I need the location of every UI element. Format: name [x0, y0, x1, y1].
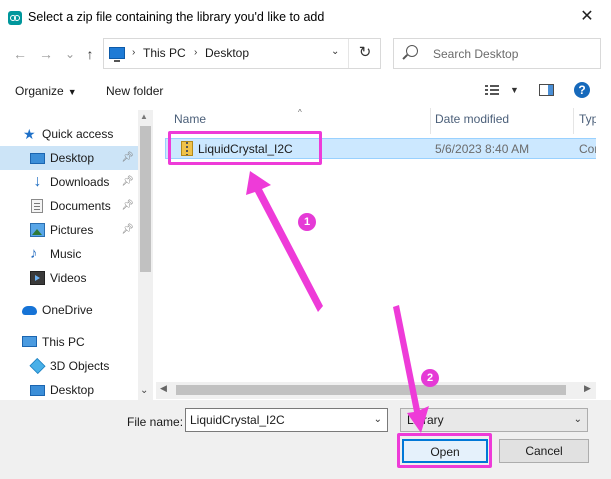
3d-objects-icon [29, 358, 46, 374]
scroll-down-icon[interactable]: ⌄ [140, 385, 148, 396]
pictures-icon [30, 223, 45, 237]
close-button[interactable]: ✕ [574, 6, 600, 28]
file-name-input[interactable]: LiquidCrystal_I2C ⌄ [185, 408, 388, 432]
computer-icon [22, 336, 37, 347]
back-button[interactable]: ← [10, 44, 30, 64]
step-badge-1: 1 [298, 213, 316, 231]
nav-item-label: Music [50, 247, 82, 261]
search-icon [406, 45, 418, 57]
pin-icon: 📌︎ [121, 176, 134, 187]
nav-item-desktop[interactable]: Desktop 📌︎ [0, 146, 138, 170]
nav-item-this-pc[interactable]: This PC [0, 330, 138, 354]
organize-label: Organize [15, 84, 64, 98]
nav-item-label: Downloads [50, 175, 110, 189]
arduino-app-icon [8, 11, 22, 25]
window-title: Select a zip file containing the library… [28, 10, 325, 24]
breadcrumb-separator: › [194, 47, 198, 58]
column-header-date-modified[interactable]: Date modified [435, 112, 509, 136]
desktop-icon [30, 153, 45, 164]
toolbar: Organize ▼ New folder ▼ ? [0, 74, 611, 108]
nav-scrollbar-thumb[interactable] [140, 126, 151, 272]
view-options-icon[interactable] [485, 84, 499, 96]
forward-button[interactable]: → [36, 44, 56, 64]
pin-icon: 📌︎ [121, 224, 134, 235]
music-icon: ♪ [30, 245, 38, 262]
nav-item-music[interactable]: ♪ Music [0, 242, 138, 266]
file-list-scrollbar[interactable] [596, 108, 611, 400]
address-bar[interactable]: › This PC › Desktop ⌄ ↻ [103, 38, 381, 69]
nav-item-documents[interactable]: Documents 📌︎ [0, 194, 138, 218]
help-icon[interactable]: ? [574, 82, 590, 98]
highlight-box-file [168, 131, 322, 165]
divider [348, 39, 349, 68]
breadcrumb-separator: › [132, 47, 136, 58]
nav-item-label: Videos [50, 271, 87, 285]
up-button[interactable]: ↑ [80, 44, 100, 64]
chevron-down-icon[interactable]: ▼ [510, 85, 519, 95]
star-icon: ★ [23, 126, 36, 142]
chevron-down-icon[interactable]: ⌄ [374, 414, 382, 425]
nav-item-quick-access[interactable]: ★ Quick access [0, 122, 138, 146]
breadcrumb-desktop[interactable]: Desktop [205, 46, 249, 60]
desktop-icon [30, 385, 45, 396]
search-placeholder: Search Desktop [433, 47, 519, 61]
nav-item-pictures[interactable]: Pictures 📌︎ [0, 218, 138, 242]
file-name-label: File name: [127, 415, 184, 429]
nav-item-downloads[interactable]: ↓ Downloads 📌︎ [0, 170, 138, 194]
cancel-button[interactable]: Cancel [499, 439, 589, 463]
this-pc-icon [109, 47, 125, 62]
column-divider[interactable] [430, 108, 431, 134]
nav-item-label: Quick access [42, 127, 114, 141]
nav-item-label: Desktop [50, 383, 95, 397]
nav-item-3d-objects[interactable]: 3D Objects [0, 354, 138, 378]
organize-button[interactable]: Organize ▼ [15, 84, 77, 98]
breadcrumb-this-pc[interactable]: This PC [143, 46, 186, 60]
address-dropdown-icon[interactable]: ⌄ [331, 46, 339, 57]
file-date-modified: 5/6/2023 8:40 AM [435, 142, 530, 156]
nav-item-label: Desktop [50, 151, 95, 165]
recent-locations-button[interactable]: ⌄ [60, 44, 80, 64]
documents-icon [31, 199, 43, 213]
chevron-down-icon: ▼ [67, 87, 77, 97]
search-input[interactable]: Search Desktop [393, 38, 601, 69]
navigation-pane: ★ Quick access Desktop 📌︎ ↓ Downloads 📌︎… [0, 110, 153, 400]
scroll-up-icon[interactable]: ▲ [140, 112, 148, 121]
nav-item-label: Documents [50, 199, 111, 213]
refresh-icon[interactable]: ↻ [355, 43, 375, 63]
pin-icon: 📌︎ [121, 152, 134, 163]
nav-item-label: OneDrive [42, 303, 93, 317]
title-bar: Select a zip file containing the library… [0, 0, 611, 34]
new-folder-button[interactable]: New folder [106, 84, 163, 98]
videos-icon [30, 271, 45, 285]
filter-value: Library [407, 413, 444, 427]
nav-item-label: 3D Objects [50, 359, 110, 373]
cloud-icon [22, 306, 37, 315]
nav-item-label: This PC [42, 335, 85, 349]
nav-item-desktop-2[interactable]: Desktop [0, 378, 138, 402]
column-divider[interactable] [573, 108, 574, 134]
scroll-right-icon[interactable]: ▶ [584, 383, 591, 394]
pin-icon: 📌︎ [121, 200, 134, 211]
nav-item-videos[interactable]: Videos [0, 266, 138, 290]
file-type-filter[interactable]: Library ⌄ [400, 408, 588, 432]
highlight-box-open [397, 433, 492, 468]
file-name-value: LiquidCrystal_I2C [190, 413, 285, 427]
nav-item-label: Pictures [50, 223, 94, 237]
download-icon: ↓ [33, 173, 42, 190]
sort-ascending-icon: ^ [298, 108, 302, 117]
step-badge-2: 2 [421, 369, 439, 387]
horizontal-scrollbar-thumb[interactable] [176, 385, 566, 395]
nav-item-onedrive[interactable]: OneDrive [0, 298, 138, 322]
scroll-left-icon[interactable]: ◀ [160, 383, 167, 394]
preview-pane-icon[interactable] [539, 84, 554, 96]
chevron-down-icon: ⌄ [573, 414, 582, 425]
dialog-footer: File name: LiquidCrystal_I2C ⌄ Library ⌄… [0, 400, 611, 479]
